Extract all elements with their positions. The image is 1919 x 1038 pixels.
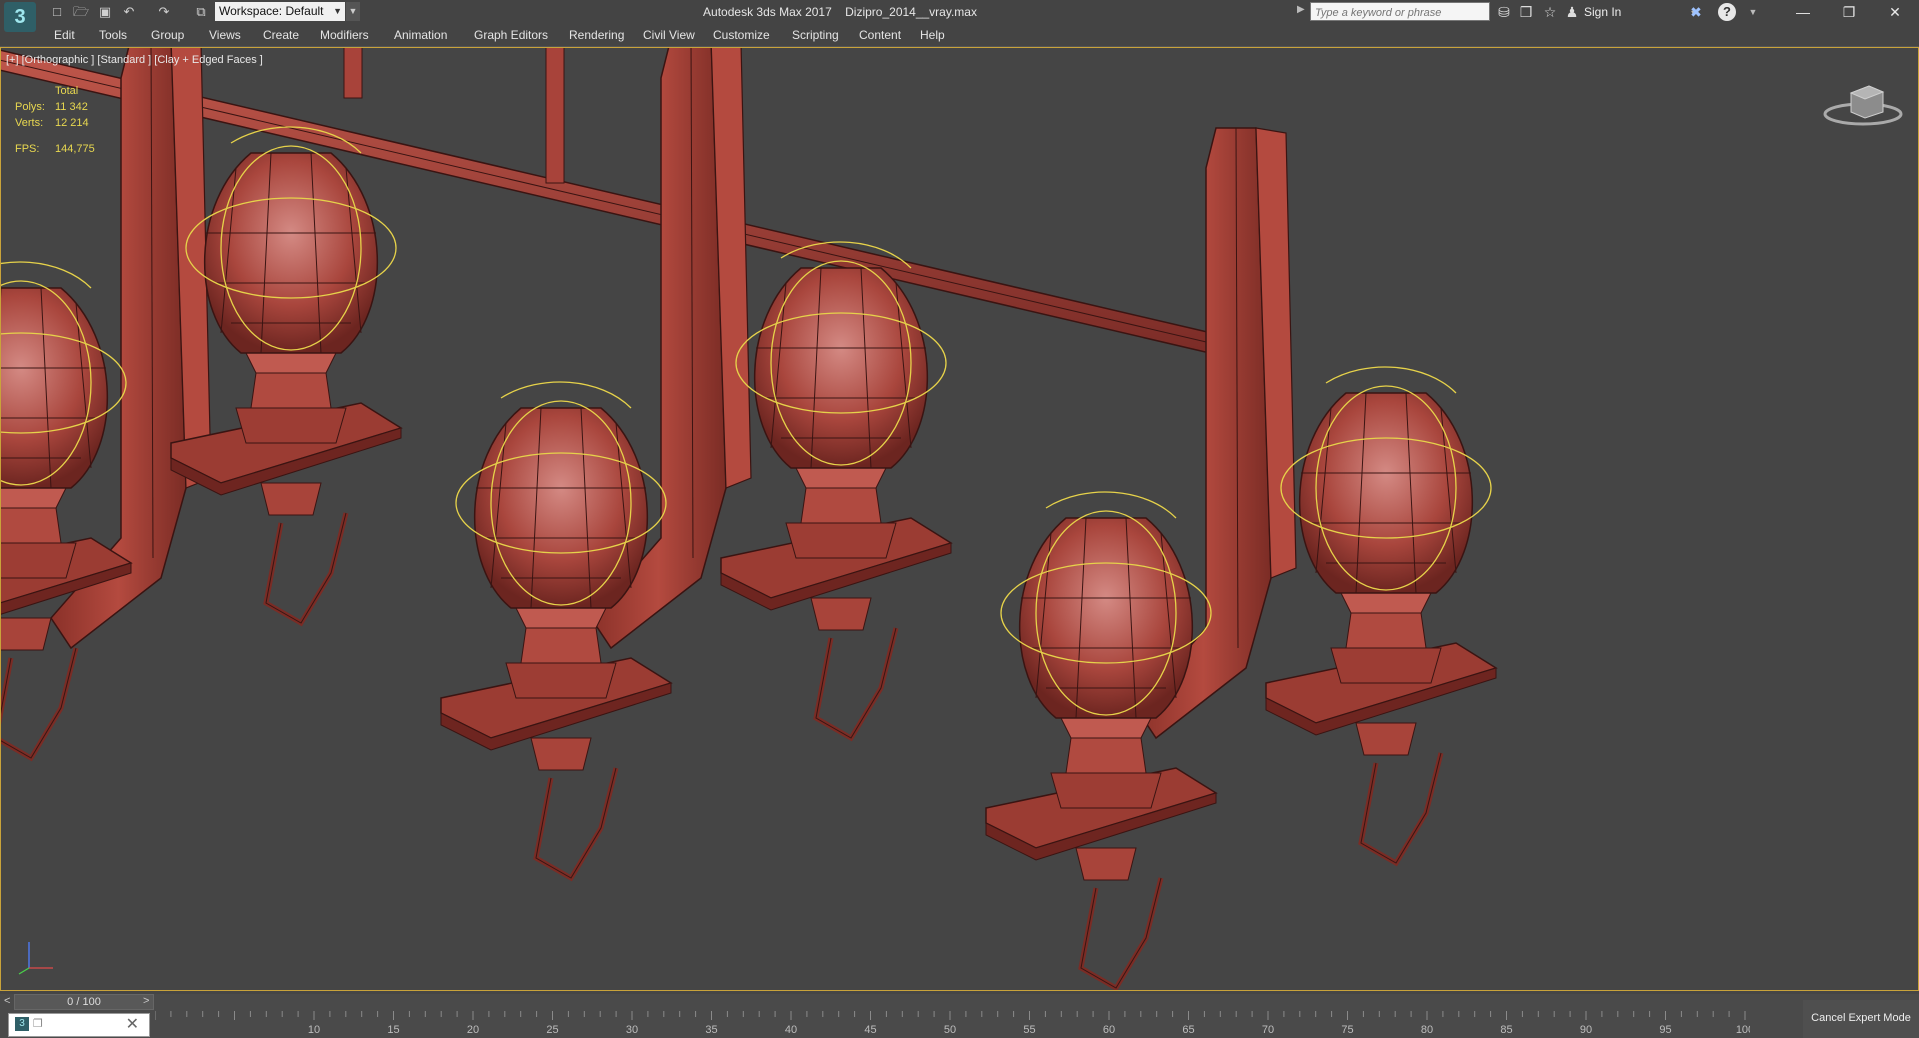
timeline-ruler[interactable]: 10 15 20 25 30 35 40 45 50 55 60 65 70 75 80 85 90 95 100 — [155, 1011, 1750, 1038]
stats-header: Total — [55, 85, 79, 97]
cancel-expert-mode-button[interactable]: Cancel Expert Mode — [1803, 1000, 1919, 1038]
time-prev-icon[interactable]: < — [4, 995, 10, 1007]
timeline-tick-label: 75 — [1341, 1024, 1353, 1036]
timeline-tick-label: 25 — [546, 1024, 558, 1036]
save-icon[interactable]: ▣ — [96, 3, 114, 21]
workspace-dropdown[interactable]: Workspace: Default ▼ — [215, 2, 345, 21]
help-icon[interactable]: ? — [1718, 3, 1736, 21]
open-icon[interactable]: 🗁 — [72, 3, 90, 21]
title-bar: □ 🗁 ▣ ↶ ↷ ⧉ Workspace: Default ▼ ▼ Autode… — [0, 0, 1919, 25]
time-next-icon[interactable]: > — [143, 995, 149, 1007]
menu-group[interactable]: Group — [151, 24, 184, 46]
axis-tripod-icon — [18, 942, 53, 975]
timeline-tick-label: 55 — [1023, 1024, 1035, 1036]
viewcube-icon[interactable] — [1821, 78, 1905, 128]
timeline-tick-label: 60 — [1103, 1024, 1115, 1036]
menu-create[interactable]: Create — [263, 24, 299, 46]
perspective-viewport[interactable]: [+] [Orthographic ] [Standard ] [Clay + … — [0, 47, 1919, 991]
search-input[interactable] — [1311, 3, 1487, 23]
timeline-tick-label: 90 — [1580, 1024, 1592, 1036]
app-logo-label: 3 — [14, 6, 26, 28]
app-logo-icon: 3 — [15, 1017, 29, 1031]
restore-icon[interactable]: ❐ — [33, 1017, 43, 1030]
timeline-tick-label: 100 — [1736, 1024, 1750, 1036]
new-icon[interactable]: □ — [48, 3, 66, 21]
window-title: Autodesk 3ds Max 2017 Dizipro_2014__vray… — [680, 0, 1000, 24]
menu-graph-editors[interactable]: Graph Editors — [474, 24, 548, 46]
close-icon[interactable]: ✕ — [1872, 0, 1918, 24]
user-icon: ♟ — [1565, 4, 1579, 20]
search-field[interactable] — [1310, 2, 1490, 23]
timeline-tick-label: 65 — [1182, 1024, 1194, 1036]
verts-label: Verts: — [15, 117, 44, 129]
file-name: Dizipro_2014__vray.max — [845, 5, 977, 19]
close-icon[interactable]: ✕ — [126, 1015, 139, 1035]
chevron-down-icon: ▼ — [333, 6, 342, 16]
timeline-tick-label: 40 — [785, 1024, 797, 1036]
timeline-tick-label: 30 — [626, 1024, 638, 1036]
timeline-tick-label: 50 — [944, 1024, 956, 1036]
redo-icon[interactable]: ↷ — [155, 3, 173, 21]
help-menu-arrow-icon[interactable]: ▼ — [1743, 2, 1763, 22]
timeline-tick-label: 20 — [467, 1024, 479, 1036]
time-slider-thumb[interactable]: 0 / 100 — [14, 994, 154, 1010]
workspace-label: Workspace: Default — [219, 4, 324, 18]
menu-modifiers[interactable]: Modifiers — [320, 24, 369, 46]
autodesk-icon[interactable]: ❒ — [1516, 2, 1536, 22]
polys-value: 11 342 — [55, 101, 88, 113]
menu-content[interactable]: Content — [859, 24, 901, 46]
viewport-label[interactable]: [+] [Orthographic ] [Standard ] [Clay + … — [6, 54, 263, 66]
menu-civil-view[interactable]: Civil View — [643, 24, 695, 46]
time-slider[interactable]: < 0 / 100 > — [0, 994, 1919, 1011]
menu-help[interactable]: Help — [920, 24, 945, 46]
sign-in-label: Sign In — [1584, 5, 1622, 19]
exchange-icon[interactable]: ✖ — [1686, 2, 1706, 22]
timeline-tick-label: 80 — [1421, 1024, 1433, 1036]
scene-render — [1, 48, 1918, 990]
fps-label: FPS: — [15, 143, 40, 155]
search-expand-icon[interactable]: ▶ — [1297, 4, 1305, 15]
menu-views[interactable]: Views — [209, 24, 241, 46]
menu-scripting[interactable]: Scripting — [792, 24, 839, 46]
undo-icon[interactable]: ↶ — [120, 3, 138, 21]
maxscript-mini-listener[interactable]: 3 ❐ ✕ — [8, 1013, 150, 1037]
star-icon[interactable]: ☆ — [1540, 2, 1560, 22]
track-bar[interactable]: 3 ❐ ✕ 10 15 20 25 30 35 40 45 50 55 60 65 70 75 80 85 90… — [0, 1011, 1919, 1038]
menu-edit[interactable]: Edit — [54, 24, 75, 46]
menu-customize[interactable]: Customize — [713, 24, 770, 46]
menu-tools[interactable]: Tools — [99, 24, 127, 46]
timeline-tick-label: 70 — [1262, 1024, 1274, 1036]
menu-animation[interactable]: Animation — [394, 24, 447, 46]
verts-value: 12 214 — [55, 117, 89, 129]
app-title: Autodesk 3ds Max 2017 — [703, 5, 832, 19]
menu-bar: Edit Tools Group Views Create Modifiers … — [0, 24, 1919, 47]
project-icon[interactable]: ⧉ — [192, 3, 210, 21]
timeline-tick-label: 85 — [1500, 1024, 1512, 1036]
timeline-tick-label: 15 — [387, 1024, 399, 1036]
timeline-tick-label: 95 — [1659, 1024, 1671, 1036]
timeline-tick-label: 35 — [705, 1024, 717, 1036]
minimize-icon[interactable]: — — [1780, 0, 1826, 24]
workspace-menu-button[interactable]: ▼ — [346, 2, 360, 21]
menu-rendering[interactable]: Rendering — [569, 24, 624, 46]
fps-value: 144,775 — [55, 143, 95, 155]
timeline-tick-label: 10 — [308, 1024, 320, 1036]
viewport-statistics: Total Polys: 11 342 Verts: 12 214 FPS: 144,… — [15, 83, 95, 157]
binoculars-icon[interactable]: ⛁ — [1494, 2, 1514, 22]
timeline-tick-label: 45 — [864, 1024, 876, 1036]
app-logo-icon[interactable]: 3 — [4, 2, 36, 32]
sign-in-button[interactable]: Sign In ▼ — [1584, 2, 1698, 22]
polys-label: Polys: — [15, 101, 45, 113]
restore-icon[interactable]: ❐ — [1826, 0, 1872, 24]
